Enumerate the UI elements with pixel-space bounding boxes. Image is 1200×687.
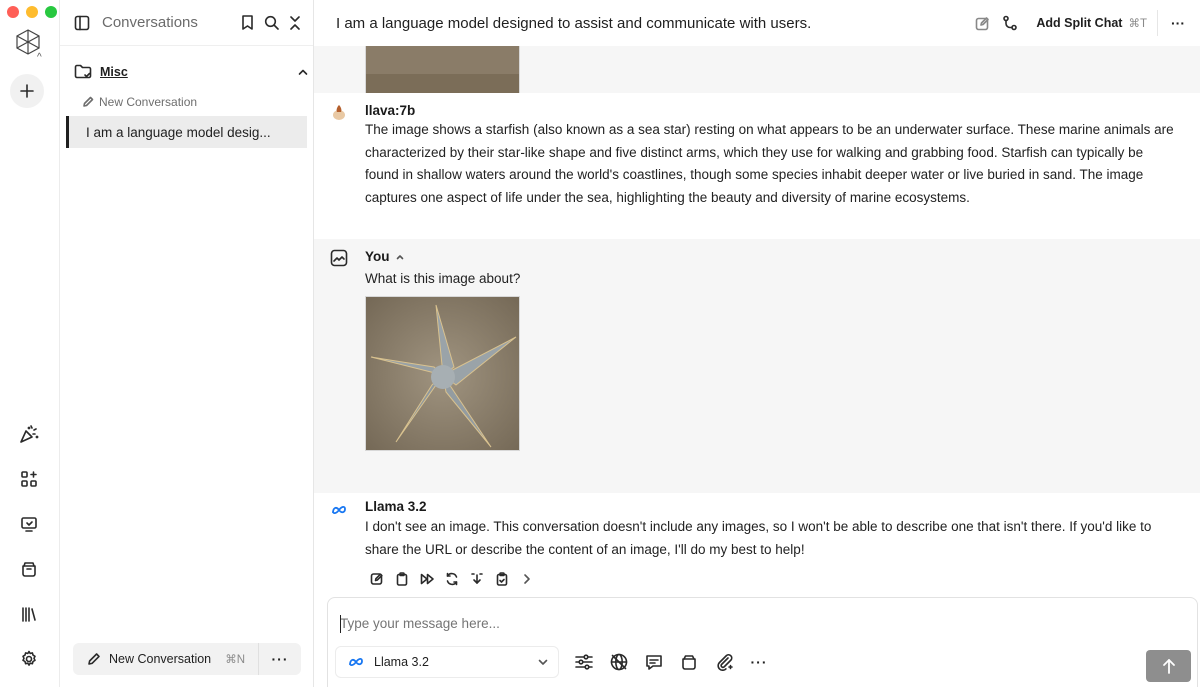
plus-icon [20,84,34,98]
send-button[interactable] [1146,650,1191,682]
folder-icon [74,64,92,80]
web-off-icon[interactable] [609,652,629,672]
knowledge-jar-icon[interactable] [679,652,699,672]
message-actions [369,571,535,587]
edit-title-icon[interactable] [974,15,990,31]
folder-name: Misc [100,65,128,79]
text-caret [340,615,341,633]
branch-icon[interactable] [1002,15,1018,31]
divider [1157,10,1158,36]
message-input[interactable] [340,616,1120,631]
library-icon[interactable] [15,600,43,628]
search-icon[interactable] [263,15,279,31]
chevron-up-icon[interactable] [396,254,404,260]
chevron-down-icon [538,659,548,666]
model-selector[interactable]: Llama 3.2 [335,646,559,678]
sidebar-footer: New Conversation ⌘N ··· [73,643,301,675]
monitor-icon[interactable] [15,510,43,538]
toggle-sidebar-icon[interactable] [74,15,90,31]
message-text: The image shows a starfish (also known a… [365,122,1174,205]
starfish-image[interactable] [365,296,520,451]
message-sender-label: You [365,249,390,264]
edit-icon[interactable] [369,571,385,587]
archive-icon[interactable] [15,555,43,583]
add-split-chat-button[interactable]: Add Split Chat ⌘T [1036,16,1147,30]
sidebar-title: Conversations [102,14,198,31]
new-conversation-shortcut: ⌘N [225,654,245,666]
header-more-button[interactable]: ··· [1168,15,1188,31]
chevron-up-icon[interactable] [298,68,308,76]
message-row: You What is this image about? [314,239,1200,493]
sidebar-more-button[interactable]: ··· [259,651,301,667]
message-sender: You [365,249,404,264]
meta-logo-icon [330,501,348,519]
conversations-sidebar: Conversations Misc New Conversation I am… [60,0,314,687]
message-composer: Llama 3.2 ··· [327,597,1198,687]
folder-misc[interactable]: Misc [74,64,308,80]
new-chat-plus-button[interactable] [10,74,44,108]
more-tools-button[interactable]: ··· [749,652,769,672]
add-split-chat-label: Add Split Chat [1036,16,1123,30]
message-text: I don't see an image. This conversation … [365,519,1152,557]
add-split-chat-shortcut: ⌘T [1128,18,1147,30]
sidebar-header: Conversations [60,0,313,46]
download-icon[interactable] [469,571,485,587]
message-sender: Llama 3.2 [365,499,427,514]
chevron-right-icon[interactable] [519,571,535,587]
sliders-icon[interactable] [574,652,594,672]
zoom-window-button[interactable] [45,6,57,18]
minimize-window-button[interactable] [26,6,38,18]
magic-icon[interactable] [15,420,43,448]
pencil-icon [87,652,101,666]
new-conversation-button[interactable]: New Conversation [73,643,225,675]
message-row: llava:7b The image shows a starfish (als… [314,93,1200,239]
prompt-icon[interactable] [644,652,664,672]
user-avatar-icon [330,249,348,267]
model-selector-label: Llama 3.2 [374,655,429,669]
regenerate-icon[interactable] [444,571,460,587]
meta-logo-icon [348,657,364,667]
message-text: What is this image about? [365,271,521,286]
llava-avatar-icon [330,103,348,121]
apps-add-icon[interactable] [15,465,43,493]
settings-icon[interactable] [15,645,43,673]
app-rail: ^ [0,0,60,687]
copy-icon[interactable] [394,571,410,587]
window-controls [7,6,57,18]
arrow-up-icon [1162,658,1176,674]
pencil-icon [82,96,94,108]
chat-title: I am a language model designed to assist… [336,14,812,32]
chat-main: I am a language model designed to assist… [314,0,1200,687]
bookmark-icon[interactable] [239,15,255,31]
chat-header: I am a language model designed to assist… [314,0,1200,46]
logo-chevron-icon[interactable]: ^ [37,52,42,63]
attach-icon[interactable] [714,652,734,672]
fast-forward-icon[interactable] [419,571,435,587]
close-window-button[interactable] [7,6,19,18]
composer-tools: ··· [574,652,769,672]
clipboard-check-icon[interactable] [494,571,510,587]
new-conversation-link[interactable]: New Conversation [82,95,197,109]
message-sender: llava:7b [365,103,416,118]
conversation-item[interactable]: I am a language model desig... [66,116,307,148]
message-row [314,0,1200,116]
new-conversation-link-label: New Conversation [99,95,198,109]
collapse-icon[interactable] [287,15,303,31]
new-conversation-label: New Conversation [109,652,212,666]
